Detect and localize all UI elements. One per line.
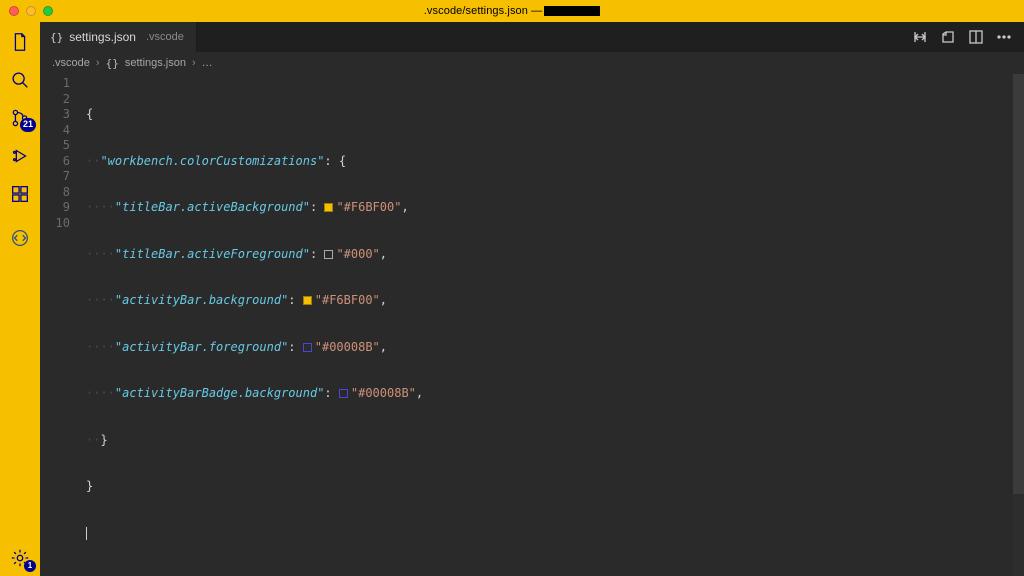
code-token: "titleBar.activeBackground" (115, 200, 310, 216)
window-title-redacted (544, 6, 600, 16)
remote-icon[interactable] (8, 226, 32, 250)
code-token: } (86, 479, 93, 495)
code-token: "activityBarBadge.background" (115, 386, 325, 402)
source-control-badge: 21 (20, 118, 36, 132)
scrollbar-thumb[interactable] (1013, 74, 1024, 494)
search-icon[interactable] (8, 68, 32, 92)
color-swatch-icon[interactable] (303, 343, 312, 352)
code-token: "activityBar.foreground" (115, 340, 288, 356)
window-title: .vscode/settings.json — (0, 5, 1024, 17)
more-actions-icon[interactable] (996, 29, 1012, 45)
text-cursor (86, 527, 87, 540)
line-number: 8 (40, 185, 70, 201)
breadcrumb-seg-symbol[interactable]: … (202, 57, 213, 69)
code-token: , (380, 293, 387, 309)
whitespace: ···· (86, 386, 115, 402)
close-window-icon[interactable] (9, 6, 19, 16)
code-token: "#00008B" (351, 386, 416, 402)
source-control-icon[interactable]: 21 (8, 106, 32, 130)
line-number: 6 (40, 154, 70, 170)
line-number: 1 (40, 76, 70, 92)
compare-changes-icon[interactable] (912, 29, 928, 45)
whitespace: ·· (86, 154, 100, 170)
open-changes-icon[interactable] (940, 29, 956, 45)
code-token: , (401, 200, 408, 216)
run-debug-icon[interactable] (8, 144, 32, 168)
extensions-icon[interactable] (8, 182, 32, 206)
minimize-window-icon[interactable] (26, 6, 36, 16)
manage-badge: 1 (24, 560, 36, 572)
line-number: 3 (40, 107, 70, 123)
breadcrumb[interactable]: .vscode › {} settings.json › … (40, 52, 1024, 74)
code-token: "#00008B" (315, 340, 380, 356)
line-number: 10 (40, 216, 70, 232)
color-swatch-icon[interactable] (303, 296, 312, 305)
scrollbar-vertical[interactable] (1013, 74, 1024, 576)
chevron-right-icon: › (96, 57, 100, 69)
explorer-icon[interactable] (8, 30, 32, 54)
editor-actions (912, 22, 1024, 52)
line-number: 5 (40, 138, 70, 154)
whitespace: ·· (86, 433, 100, 449)
tab-settings-json[interactable]: {} settings.json .vscode (40, 22, 197, 52)
code-token: : { (324, 154, 346, 170)
code-token: "activityBar.background" (115, 293, 288, 309)
code-token: "#000" (336, 247, 379, 263)
code-token: , (380, 247, 387, 263)
color-swatch-icon[interactable] (324, 203, 333, 212)
json-file-icon: {} (106, 57, 119, 70)
code-token: { (86, 107, 93, 123)
tab-directory: .vscode (142, 31, 184, 43)
code-content[interactable]: { ··"workbench.colorCustomizations": { ·… (82, 74, 1024, 576)
code-token: , (380, 340, 387, 356)
color-swatch-icon[interactable] (324, 250, 333, 259)
tab-bar: {} settings.json .vscode (40, 22, 1024, 52)
breadcrumb-seg-file[interactable]: settings.json (125, 57, 186, 69)
code-token: "#F6BF00" (315, 293, 380, 309)
line-number: 7 (40, 169, 70, 185)
line-number: 4 (40, 123, 70, 139)
chevron-right-icon: › (192, 57, 196, 69)
activity-bar: 21 1 (0, 22, 40, 576)
line-number: 2 (40, 92, 70, 108)
code-token: "workbench.colorCustomizations" (100, 154, 324, 170)
whitespace: ···· (86, 340, 115, 356)
code-token: "#F6BF00" (336, 200, 401, 216)
breadcrumb-seg-folder[interactable]: .vscode (52, 57, 90, 69)
split-editor-icon[interactable] (968, 29, 984, 45)
title-bar: .vscode/settings.json — (0, 0, 1024, 22)
zoom-window-icon[interactable] (43, 6, 53, 16)
code-token: "titleBar.activeForeground" (115, 247, 310, 263)
window-title-path: .vscode/settings.json — (424, 5, 542, 17)
tab-filename: settings.json (69, 30, 136, 44)
line-number: 9 (40, 200, 70, 216)
window-controls (0, 6, 53, 16)
whitespace: ···· (86, 247, 115, 263)
code-token: , (416, 386, 423, 402)
whitespace: ···· (86, 293, 115, 309)
manage-gear-icon[interactable]: 1 (8, 546, 32, 570)
text-editor[interactable]: 1 2 3 4 5 6 7 8 9 10 { ··"workbench.colo… (40, 74, 1024, 576)
code-token: } (100, 433, 107, 449)
line-number-gutter: 1 2 3 4 5 6 7 8 9 10 (40, 74, 82, 576)
editor-group: {} settings.json .vscode (40, 22, 1024, 576)
json-file-icon: {} (50, 31, 63, 44)
color-swatch-icon[interactable] (339, 389, 348, 398)
whitespace: ···· (86, 200, 115, 216)
